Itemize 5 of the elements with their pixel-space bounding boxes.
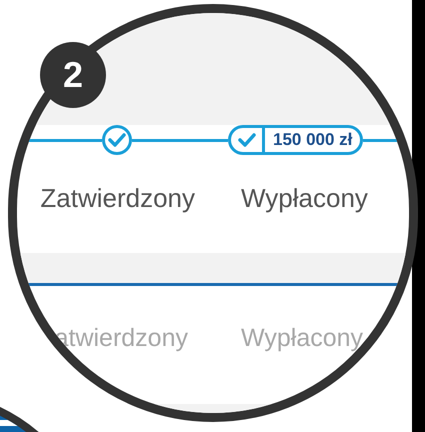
step-label: Wypłacony [241,183,368,213]
step-label: atwierdzony [54,323,188,354]
step-label: Zatwierdzony [40,182,195,215]
step-label: Wypłacony [241,324,364,352]
amount-text: 150 000 zł [272,129,354,152]
